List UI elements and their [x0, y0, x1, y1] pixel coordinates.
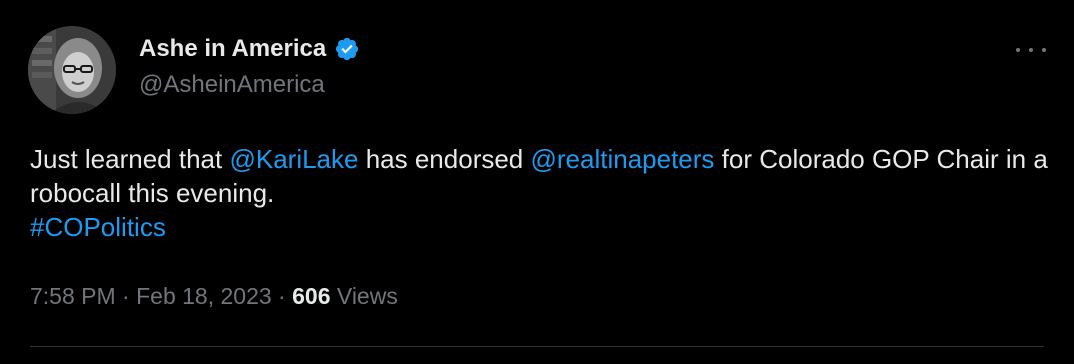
- divider: [30, 346, 1044, 347]
- hashtag-link[interactable]: #COPolitics: [30, 212, 166, 242]
- tweet-text-segment: Just learned that: [30, 144, 230, 174]
- mention-link[interactable]: @realtinapeters: [531, 144, 715, 174]
- views-count: 606: [292, 283, 331, 309]
- more-options-icon[interactable]: [1016, 38, 1046, 62]
- meta-separator: ·: [271, 283, 293, 309]
- author-name-row: Ashe in America: [139, 34, 360, 64]
- tweet: Ashe in America @AsheinAmerica Just lear…: [0, 0, 1074, 364]
- views-label: Views: [330, 283, 398, 309]
- tweet-meta: 7:58 PM · Feb 18, 2023 · 606 Views: [30, 280, 398, 312]
- meta-separator: ·: [115, 283, 137, 309]
- avatar[interactable]: [28, 26, 116, 114]
- more-dot-icon: [1016, 48, 1020, 52]
- tweet-text-segment: has endorsed: [358, 144, 531, 174]
- tweet-time[interactable]: 7:58 PM: [30, 283, 116, 309]
- author-display-name[interactable]: Ashe in America: [139, 34, 326, 64]
- more-dot-icon: [1029, 48, 1033, 52]
- verified-badge-icon[interactable]: [334, 36, 360, 62]
- more-dot-icon: [1042, 48, 1046, 52]
- tweet-date[interactable]: Feb 18, 2023: [136, 283, 272, 309]
- tweet-text: Just learned that @KariLake has endorsed…: [30, 142, 1050, 244]
- mention-link[interactable]: @KariLake: [229, 144, 358, 174]
- author-handle[interactable]: @AsheinAmerica: [139, 70, 325, 100]
